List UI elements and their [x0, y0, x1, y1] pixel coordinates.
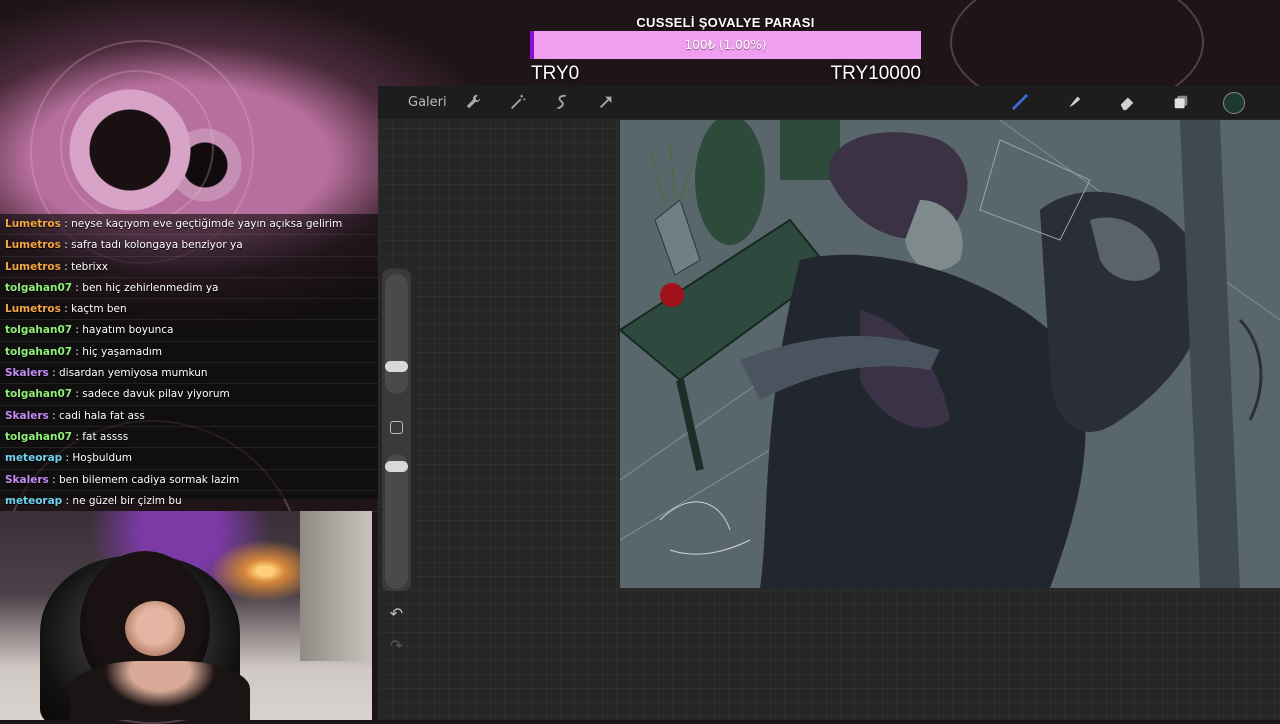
chat-text: : cadi hala fat ass: [48, 409, 145, 422]
selection-icon[interactable]: [551, 91, 573, 113]
chat-username[interactable]: tolgahan07: [5, 324, 72, 336]
goal-progress-text: 100₺ (1.00%): [684, 38, 767, 52]
brush-size-slider[interactable]: [385, 274, 408, 394]
chat-username[interactable]: Skalers: [5, 367, 49, 379]
chat-message: meteorap : Hoşbuldum: [0, 448, 378, 470]
chat-message: tolgahan07 : hayatım boyunca: [0, 320, 378, 342]
webcam-streamer-face: [125, 601, 185, 656]
drawing-canvas[interactable]: [620, 120, 1280, 588]
chat-text: : fat assss: [72, 430, 129, 443]
chat-username[interactable]: Lumetros: [5, 261, 61, 273]
chat-text: : ben hiç zehirlenmedim ya: [72, 281, 219, 294]
chat-text: : tebrixx: [60, 260, 109, 273]
redo-icon[interactable]: ↷: [382, 636, 411, 655]
chat-text: : neyse kaçıyom eve geçtiğimde yayın açı…: [60, 218, 343, 230]
wrench-icon[interactable]: [462, 91, 484, 113]
transform-arrow-icon[interactable]: [595, 91, 617, 113]
donation-goal-widget: CUSSELİ ŞOVALYE PARASI 100₺ (1.00%) TRY0…: [530, 12, 921, 86]
chat-message: Lumetros : tebrixx: [0, 257, 378, 278]
brush-sidebar: [382, 269, 411, 591]
chat-message: tolgahan07 : hiç yaşamadım: [0, 342, 378, 364]
chat-text: : hayatım boyunca: [72, 324, 174, 337]
chat-username[interactable]: tolgahan07: [5, 388, 72, 400]
chat-username[interactable]: tolgahan07: [5, 431, 72, 443]
chat-message: Lumetros : kaçtm ben: [0, 299, 378, 321]
eraser-icon[interactable]: [1116, 91, 1138, 113]
webcam-feed: [0, 511, 372, 720]
chat-overlay: Lumetros : neyse kaçıyom eve geçtiğimde …: [0, 214, 378, 513]
chat-message: tolgahan07 : sadece davuk pilav yiyorum: [0, 384, 378, 406]
chat-message: meteorap : ne güzel bir çizim bu: [0, 491, 378, 513]
goal-min-label: TRY0: [531, 63, 580, 84]
chat-username[interactable]: tolgahan07: [5, 346, 72, 358]
drawing-app: Galeri ↶ ↷: [378, 86, 1280, 720]
chat-username[interactable]: Skalers: [5, 410, 49, 422]
chat-message: Skalers : disardan yemiyosa mumkun: [0, 363, 378, 385]
chat-text: : Hoşbuldum: [62, 452, 132, 465]
chat-username[interactable]: Lumetros: [5, 303, 61, 315]
chat-text: : safra tadı kolongaya benziyor ya: [60, 239, 243, 252]
webcam-room-door: [300, 511, 372, 661]
modify-square-icon[interactable]: [390, 421, 403, 434]
chat-username[interactable]: Lumetros: [5, 218, 61, 230]
goal-progress-bar: 100₺ (1.00%): [530, 31, 921, 59]
opacity-slider[interactable]: [385, 454, 408, 589]
brush-size-handle[interactable]: [385, 361, 408, 372]
smudge-icon[interactable]: [1063, 91, 1085, 113]
chat-message: Skalers : cadi hala fat ass: [0, 406, 378, 427]
chat-message: tolgahan07 : fat assss: [0, 427, 378, 449]
app-toolbar: Galeri: [378, 86, 1280, 119]
artwork-sketch: [620, 120, 1280, 588]
chat-text: : sadece davuk pilav yiyorum: [72, 388, 230, 401]
chat-message: Lumetros : neyse kaçıyom eve geçtiğimde …: [0, 214, 378, 236]
webcam-streamer-body: [70, 661, 250, 720]
undo-icon[interactable]: ↶: [382, 604, 411, 623]
color-picker-swatch[interactable]: [1223, 92, 1245, 114]
chat-text: : hiç yaşamadım: [72, 345, 163, 358]
chat-text: : kaçtm ben: [60, 303, 127, 316]
chat-username[interactable]: tolgahan07: [5, 282, 72, 294]
brush-icon[interactable]: [1009, 91, 1031, 113]
goal-max-label: TRY10000: [830, 63, 922, 84]
chat-text: : disardan yemiyosa mumkun: [48, 367, 208, 380]
gallery-button[interactable]: Galeri: [408, 86, 447, 119]
chat-username[interactable]: Lumetros: [5, 239, 61, 251]
chat-message: tolgahan07 : ben hiç zehirlenmedim ya: [0, 278, 378, 300]
chat-username[interactable]: Skalers: [5, 474, 49, 486]
opacity-handle[interactable]: [385, 461, 408, 472]
chat-message: Lumetros : safra tadı kolongaya benziyor…: [0, 235, 378, 257]
goal-title: CUSSELİ ŞOVALYE PARASI: [636, 15, 815, 30]
chat-text: : ne güzel bir çizim bu: [62, 494, 182, 507]
chat-username[interactable]: meteorap: [5, 452, 62, 464]
chat-text: : ben bilemem cadiya sormak lazim: [48, 473, 240, 486]
layers-icon[interactable]: [1170, 91, 1192, 113]
chat-message: Skalers : ben bilemem cadiya sormak lazi…: [0, 470, 378, 491]
chat-username[interactable]: meteorap: [5, 495, 62, 507]
magic-wand-icon[interactable]: [507, 91, 529, 113]
